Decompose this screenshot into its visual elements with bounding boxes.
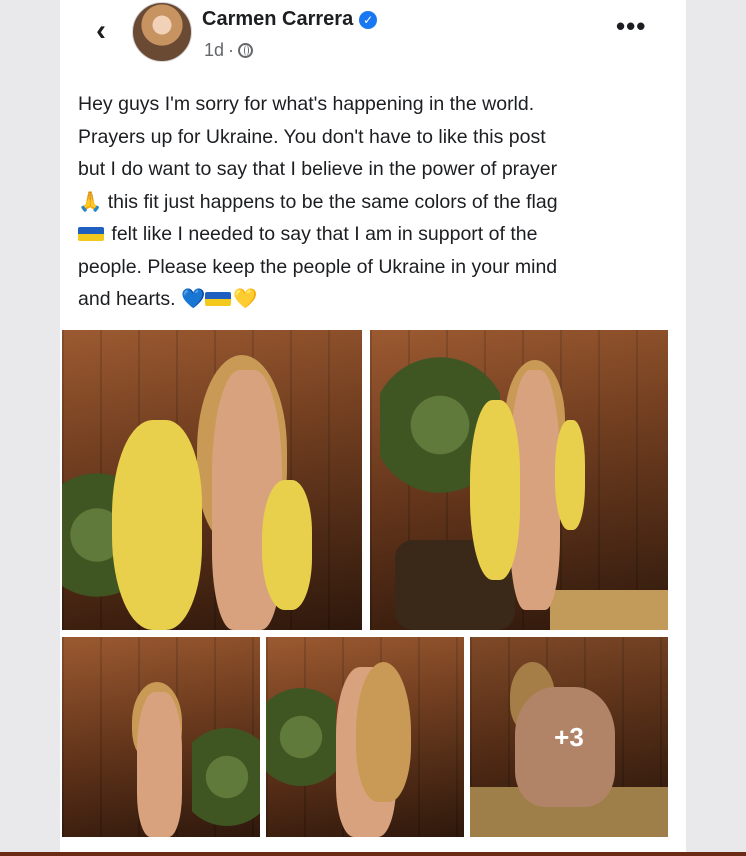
ukraine-flag-emoji	[205, 292, 232, 306]
photo-3[interactable]	[62, 637, 260, 837]
post-meta: 1d ·	[204, 40, 254, 61]
post-text-line: Hey guys I'm sorry for what's happening …	[78, 93, 535, 115]
author-name[interactable]: Carmen Carrera	[202, 8, 353, 31]
photo-hair	[356, 662, 411, 802]
more-photos-overlay[interactable]: +3	[470, 637, 668, 837]
photo-fur	[112, 420, 202, 630]
meta-separator: ·	[228, 40, 235, 60]
bottom-bar	[0, 852, 746, 856]
ukraine-flag-emoji	[78, 227, 104, 241]
author-row: Carmen Carrera ✓	[202, 8, 378, 31]
photo-figure	[137, 692, 182, 837]
photo-2[interactable]	[370, 330, 668, 630]
verified-badge-icon: ✓	[359, 10, 378, 29]
post-text-line: and hearts. 💙	[78, 288, 206, 310]
post-text: Hey guys I'm sorry for what's happening …	[78, 88, 666, 316]
post-text-line: felt like I needed to say that I am in s…	[111, 223, 538, 245]
photo-5-more[interactable]: +3	[470, 637, 668, 837]
back-chevron-icon[interactable]: ‹	[86, 14, 116, 48]
photo-plant	[192, 717, 260, 837]
yellow-heart-emoji: 💛	[233, 288, 258, 310]
photo-fur	[555, 420, 585, 530]
post-text-line: but I do want to say that I believe in t…	[78, 158, 558, 180]
more-photos-count: +3	[554, 721, 584, 752]
more-options-icon[interactable]: •••	[616, 13, 646, 39]
post-time[interactable]: 1d	[204, 40, 224, 61]
photo-ground	[550, 590, 668, 630]
photo-1[interactable]	[62, 330, 362, 630]
globe-icon	[238, 43, 254, 58]
photo-fur	[470, 400, 520, 580]
post-text-line: people. Please keep the people of Ukrain…	[78, 255, 558, 278]
photo-plant	[266, 677, 336, 797]
post-text-line: 🙏 this fit just happens to be the same c…	[78, 190, 558, 213]
post-text-line-flag: felt like I needed to say that I am in s…	[78, 218, 666, 251]
photo-fur	[262, 480, 312, 610]
avatar[interactable]	[132, 2, 192, 62]
post-text-line: Prayers up for Ukraine. You don't have t…	[78, 125, 546, 148]
post-text-line-end: and hearts. 💙 💛	[78, 283, 666, 316]
photo-4[interactable]	[266, 637, 464, 837]
